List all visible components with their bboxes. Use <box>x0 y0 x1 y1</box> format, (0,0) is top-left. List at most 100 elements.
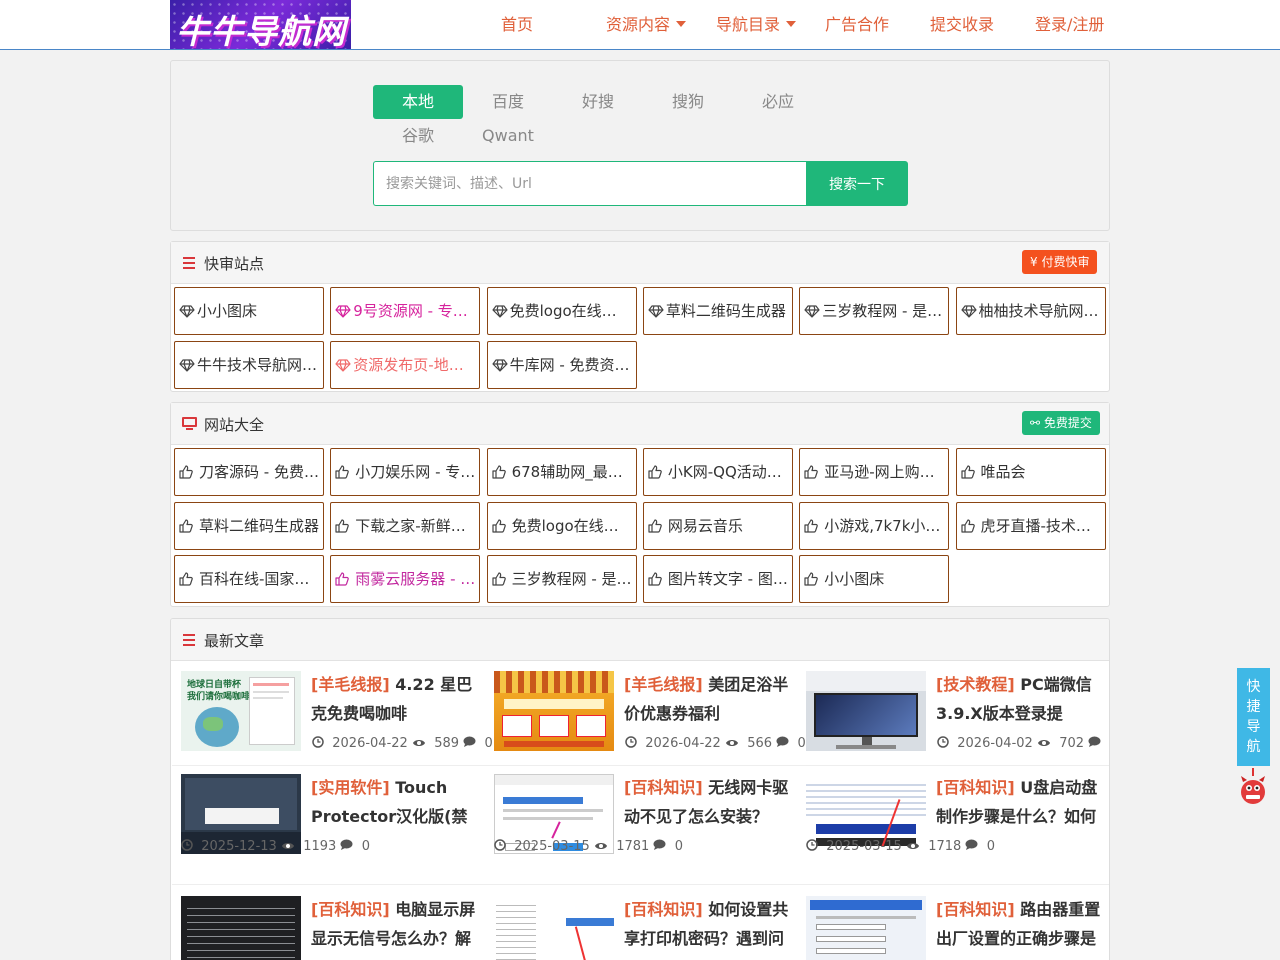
comment-count: 0 <box>986 839 996 854</box>
diamond-icon <box>648 305 664 318</box>
diamond-icon <box>491 305 508 318</box>
engine-tab-baidu[interactable]: 百度 <box>463 85 553 119</box>
site-link[interactable]: 图片转文字 - 图片识别 <box>642 555 793 603</box>
article-title[interactable]: [百科知识] 无线网卡驱动不见了怎么安装？ <box>624 773 789 831</box>
article-meta: 2025-12-13 1193 0 <box>181 839 370 854</box>
nav-login-register[interactable]: 登录/注册 <box>1035 15 1104 35</box>
thumbs-up-icon <box>804 572 818 586</box>
article-thumbnail[interactable] <box>806 896 926 960</box>
comment-icon <box>1088 736 1101 747</box>
site-name: 9号资源网 - 专注分享 <box>353 302 479 320</box>
site-link[interactable]: 三岁教程网 - 是一个 <box>799 287 950 335</box>
nav-resources[interactable]: 资源内容 <box>606 15 687 35</box>
site-link[interactable]: 三岁教程网 - 是一个 <box>486 555 637 603</box>
article-title[interactable]: [羊毛线报] 4.22 星巴克免费喝咖啡 <box>311 670 476 728</box>
engine-tab-haosou[interactable]: 好搜 <box>553 85 643 119</box>
site-name: 柚柚技术导航网 - 专 <box>978 302 1106 320</box>
engine-tab-qwant[interactable]: Qwant <box>463 119 553 153</box>
view-count: 1193 <box>303 839 337 854</box>
site-link[interactable]: 下载之家-新鲜热门软件 <box>330 501 481 550</box>
site-name: 草料二维码生成器 <box>665 302 786 320</box>
clock-icon <box>181 839 193 851</box>
engine-tab-bing[interactable]: 必应 <box>733 85 823 119</box>
site-link[interactable]: 雨雾云服务器 - 高性价 <box>330 555 481 603</box>
search-panel: 本地 百度 好搜 搜狗 必应 谷歌 Qwant 搜索一下 <box>170 60 1110 231</box>
site-name: 牛库网 - 免费资源分享 <box>509 356 636 374</box>
site-directory-panel: 网站大全 ⚯ 免费提交 刀客源码 - 免费分享 小刀娱乐网 - 专注活动 678辅助… <box>170 402 1110 607</box>
article-title[interactable]: [百科知识] 如何设置共享打印机密码？遇到问题 <box>624 895 789 953</box>
article-date: 2026-04-02 <box>957 736 1033 751</box>
site-logo[interactable]: 牛牛导航网 <box>170 0 351 49</box>
panel-title: 快审站点 <box>204 255 265 273</box>
site-link[interactable]: 小K网-QQ活动_QQ技术 <box>642 448 793 496</box>
article-title[interactable]: [实用软件] Touch Protector汉化版(禁止触摸屏幕) <box>311 773 476 831</box>
site-link[interactable]: 免费logo在线制作 <box>486 287 637 335</box>
comment-icon <box>776 736 789 747</box>
clock-icon <box>937 736 949 748</box>
site-name: 三岁教程网 - 是一个 <box>822 302 950 320</box>
article-thumbnail[interactable] <box>806 671 926 751</box>
site-link[interactable]: 资源发布页-地址发布 <box>330 341 481 389</box>
engine-tab-local[interactable]: 本地 <box>373 85 463 119</box>
search-input[interactable] <box>373 161 807 206</box>
article-title[interactable]: [百科知识] 电脑显示屏显示无信号怎么办？解决方法 <box>311 895 476 953</box>
site-name: 百科在线-国家知识平台 <box>199 570 324 588</box>
site-link[interactable]: 网易云音乐 <box>642 501 793 550</box>
thumbs-up-icon <box>179 572 193 586</box>
search-button[interactable]: 搜索一下 <box>806 161 908 206</box>
article-title[interactable]: [百科知识] 路由器重置出厂设置的正确步骤是什么 <box>936 895 1101 953</box>
site-link[interactable]: 亚马逊-网上购物商城 <box>799 448 950 496</box>
nav-directory[interactable]: 导航目录 <box>716 15 797 35</box>
fast-review-panel: 快审站点 ¥ 付费快审 小小图床 9号资源网 - 专注分享 免费logo在线制作 草料… <box>170 241 1110 392</box>
article-category: [百科知识] <box>311 900 390 919</box>
thumbs-up-icon <box>335 572 350 586</box>
free-submit-button[interactable]: ⚯ 免费提交 <box>1022 411 1100 435</box>
site-name: 资源发布页-地址发布 <box>353 356 481 374</box>
article-title[interactable]: [羊毛线报] 美团足浴半价优惠券福利 <box>624 670 789 728</box>
site-link[interactable]: 小刀娱乐网 - 专注活动 <box>330 448 481 496</box>
nav-ad-cooperation[interactable]: 广告合作 <box>825 15 889 35</box>
thumbs-up-icon <box>960 465 975 479</box>
site-link[interactable]: 草料二维码生成器 <box>642 287 793 335</box>
site-link[interactable]: 小游戏,7k7k小游戏 <box>799 501 950 550</box>
article-category: [羊毛线报] <box>311 675 390 694</box>
article-thumbnail[interactable] <box>494 896 614 960</box>
site-link[interactable]: 柚柚技术导航网 - 专 <box>955 287 1106 335</box>
quick-nav-button[interactable]: 快 捷 导 航 <box>1237 668 1270 766</box>
paid-fast-review-button[interactable]: ¥ 付费快审 <box>1022 250 1098 274</box>
engine-tab-sogou[interactable]: 搜狗 <box>643 85 733 119</box>
site-link[interactable]: 小小图床 <box>799 555 950 603</box>
site-link[interactable]: 9号资源网 - 专注分享 <box>330 287 481 335</box>
article-thumbnail[interactable] <box>494 671 614 751</box>
article-date: 2025-12-13 <box>201 839 277 854</box>
site-link[interactable]: 678辅助网_最大的辅助 <box>486 448 637 496</box>
article-date: 2026-04-22 <box>645 736 721 751</box>
comment-count: 0 <box>674 839 684 854</box>
monster-mascot-icon[interactable] <box>1240 768 1266 806</box>
nav-submit[interactable]: 提交收录 <box>930 15 994 35</box>
diamond-icon <box>804 305 820 318</box>
article-thumbnail[interactable]: 地球日自带杯 我们请你喝咖啡 <box>181 671 301 751</box>
site-name: 虎牙直播-技术驱动娱乐 <box>980 516 1106 535</box>
nav-home[interactable]: 首页 <box>501 15 533 35</box>
engine-tab-google[interactable]: 谷歌 <box>373 119 463 153</box>
article-thumbnail[interactable] <box>181 896 301 960</box>
site-link[interactable]: 百科在线-国家知识平台 <box>174 555 324 603</box>
eye-icon <box>1037 740 1050 746</box>
article-title[interactable]: [百科知识] U盘启动盘制作步骤是什么？如何制作 <box>936 773 1101 831</box>
site-link[interactable]: 刀客源码 - 免费分享 <box>174 448 324 496</box>
site-link[interactable]: 唯品会 <box>955 448 1106 496</box>
article-category: [百科知识] <box>624 900 703 919</box>
site-link[interactable]: 牛牛技术导航网 - 专 <box>174 341 324 389</box>
site-link[interactable]: 虎牙直播-技术驱动娱乐 <box>955 501 1106 550</box>
comment-icon <box>653 839 666 850</box>
site-link[interactable]: 免费logo在线制作 <box>486 501 637 550</box>
site-link[interactable]: 牛库网 - 免费资源分享 <box>486 341 637 389</box>
comment-count: 0 <box>484 736 493 751</box>
site-link[interactable]: 草料二维码生成器 <box>174 501 324 550</box>
article-title[interactable]: [技术教程] PC端微信3.9.X版本登录提示“版本过低”解决方法 <box>936 670 1101 728</box>
clock-icon <box>494 839 506 851</box>
site-link[interactable]: 小小图床 <box>174 287 324 335</box>
eye-icon <box>281 843 294 849</box>
clock-icon <box>625 736 637 748</box>
